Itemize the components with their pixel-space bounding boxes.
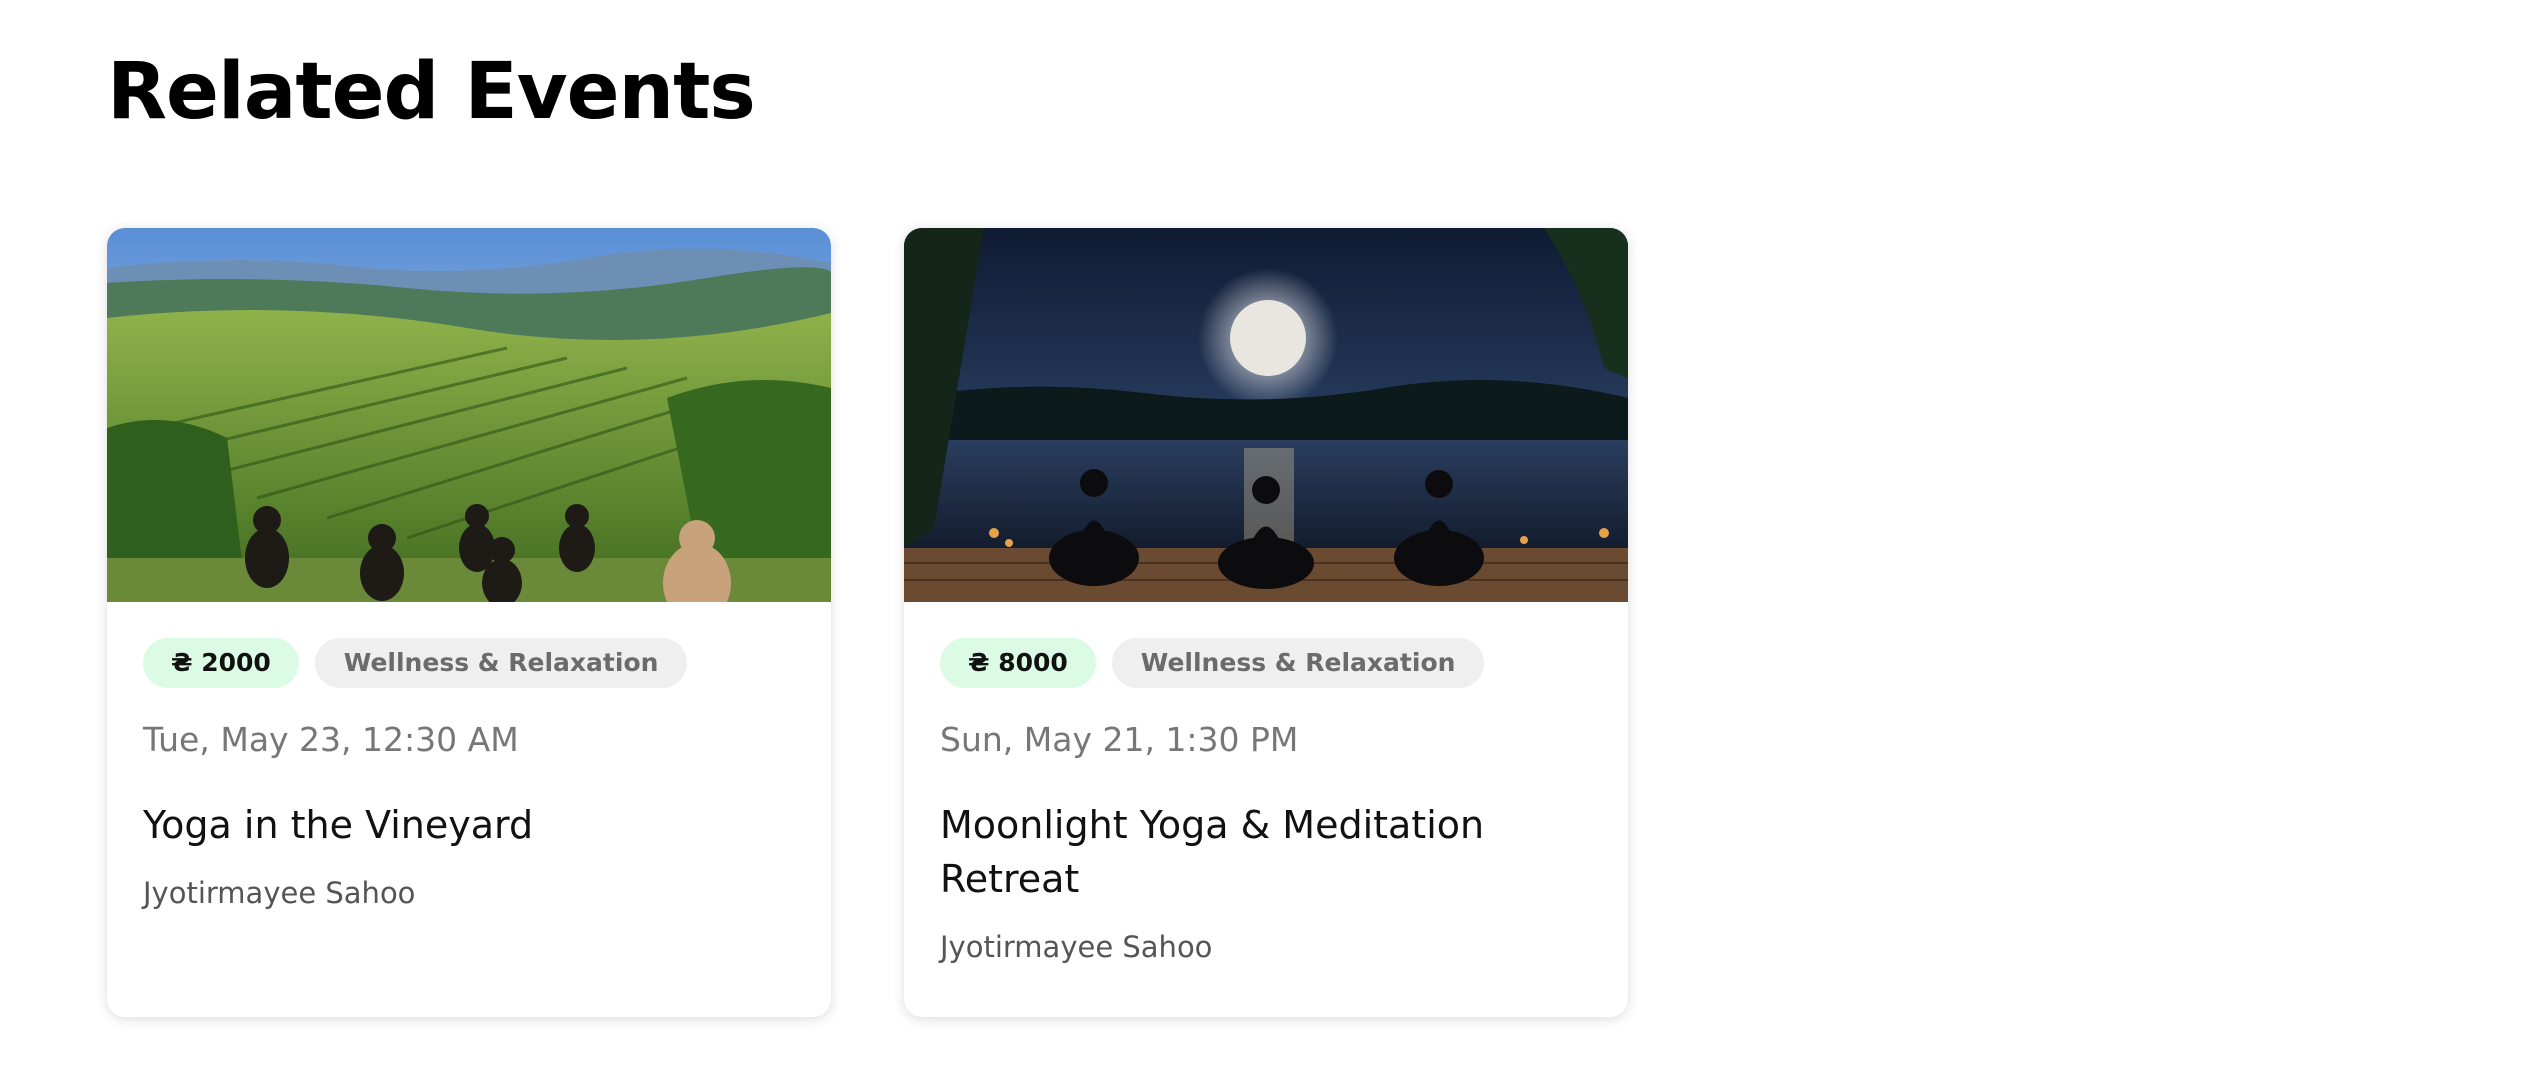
event-date: Tue, May 23, 12:30 AM — [143, 720, 519, 759]
category-badge[interactable]: Wellness & Relaxation — [1111, 638, 1485, 688]
event-card-body: ₴ 8000 Wellness & Relaxation Sun, May 21… — [904, 602, 1628, 964]
event-title[interactable]: Yoga in the Vineyard — [143, 798, 795, 852]
event-host[interactable]: Jyotirmayee Sahoo — [940, 930, 1592, 965]
related-events-page: Related Events ₴ 2000 Wellness & Relaxat… — [0, 0, 2538, 1072]
event-card[interactable]: ₴ 8000 Wellness & Relaxation Sun, May 21… — [904, 228, 1628, 1017]
event-host[interactable]: Jyotirmayee Sahoo — [143, 876, 795, 911]
event-tags: ₴ 2000 Wellness & Relaxation — [143, 638, 795, 688]
price-badge: ₴ 8000 — [940, 638, 1096, 688]
price-badge: ₴ 2000 — [143, 638, 299, 688]
event-card[interactable]: ₴ 2000 Wellness & Relaxation Tue, May 23… — [107, 228, 831, 1017]
event-tags: ₴ 8000 Wellness & Relaxation — [940, 638, 1592, 688]
section-title: Related Events — [107, 47, 756, 137]
category-badge[interactable]: Wellness & Relaxation — [314, 638, 688, 688]
event-date: Sun, May 21, 1:30 PM — [940, 720, 1299, 759]
event-image-vineyard[interactable] — [107, 228, 831, 602]
event-image-moonlight[interactable] — [904, 228, 1628, 602]
event-card-body: ₴ 2000 Wellness & Relaxation Tue, May 23… — [107, 602, 831, 910]
event-title[interactable]: Moonlight Yoga & Meditation Retreat — [940, 798, 1592, 906]
